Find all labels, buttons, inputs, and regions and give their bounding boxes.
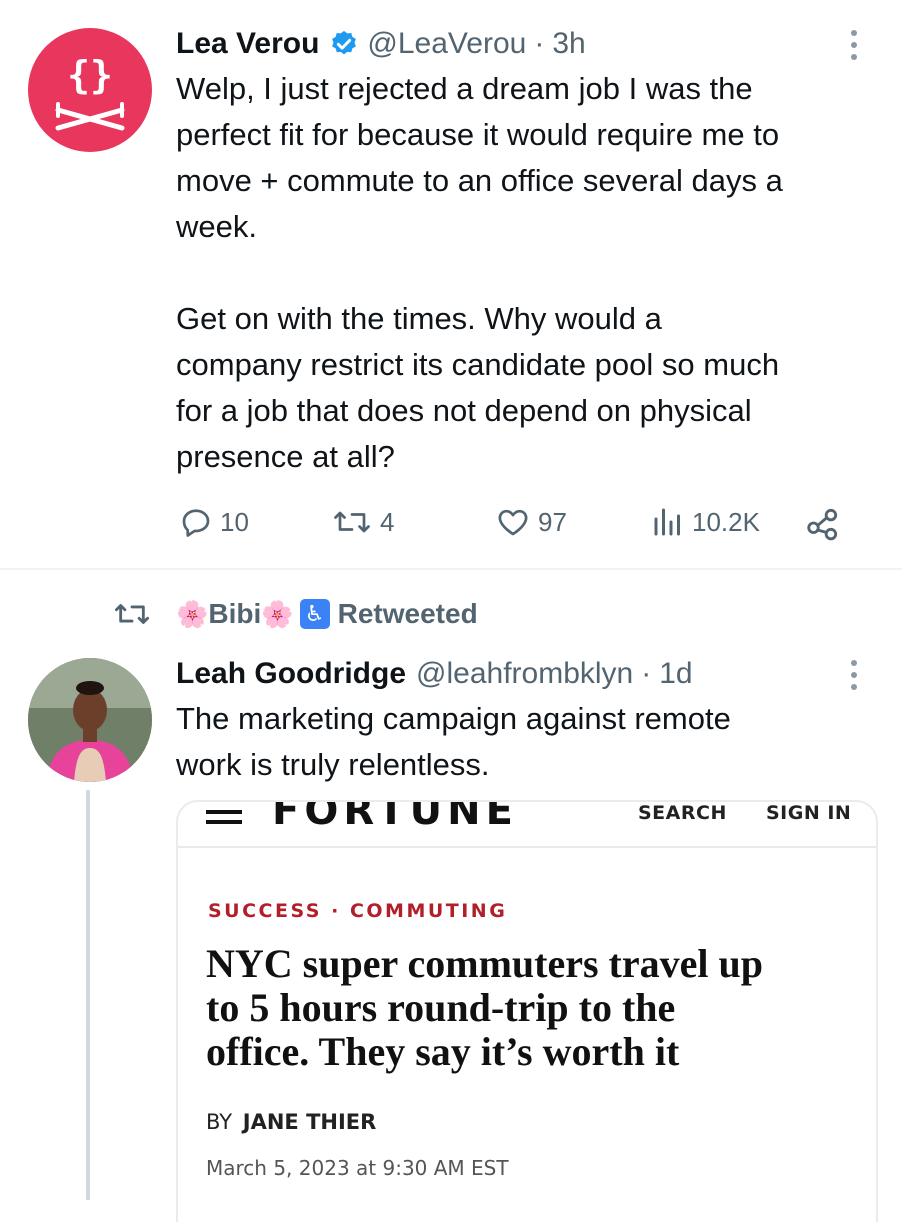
tweet2-text: The marketing campaign against remote wo… — [176, 701, 731, 782]
retweet-icon — [115, 604, 149, 624]
fortune-masthead: FORTUNE — [272, 800, 518, 834]
tweet-time[interactable]: 3h — [552, 27, 585, 61]
lea-verou-avatar[interactable]: {} — [28, 28, 152, 152]
like-button[interactable]: 97 — [494, 504, 567, 540]
author-handle[interactable]: @leahfrombklyn — [416, 657, 633, 691]
profile-photo — [28, 658, 152, 782]
more-options-icon[interactable] — [851, 660, 859, 696]
svg-text:{}: {} — [67, 53, 113, 97]
article-search-link[interactable]: SEARCH — [638, 802, 727, 824]
thread-line — [86, 790, 90, 1200]
retweet-button[interactable]: 4 — [330, 504, 394, 540]
article-card[interactable]: FORTUNE SEARCH SIGN IN SUCCESS · COMMUTI… — [176, 800, 878, 1222]
verified-badge-icon — [329, 29, 359, 59]
article-byline: BY JANE THIER — [206, 1110, 376, 1134]
author-name[interactable]: Leah Goodridge — [176, 657, 406, 691]
flower-emoji-right: 🌸 — [261, 598, 294, 629]
flower-emoji-left: 🌸 — [176, 598, 209, 629]
article-sign-in-link[interactable]: SIGN IN — [766, 802, 851, 824]
heart-icon — [498, 509, 528, 536]
hamburger-menu-icon[interactable] — [206, 802, 242, 824]
article-headline[interactable]: NYC super commuters travel up to 5 hours… — [206, 942, 866, 1074]
author-name[interactable]: Lea Verou — [176, 27, 319, 61]
retweet-count: 4 — [380, 506, 395, 537]
tweet1-text: Welp, I just rejected a dream job I was … — [176, 71, 783, 474]
retweeted-label: Retweeted — [337, 598, 478, 629]
article-date: March 5, 2023 at 9:30 AM EST — [206, 1156, 509, 1180]
separator-dot: · — [534, 27, 545, 60]
analytics-icon — [654, 508, 680, 536]
tweet1-header: Lea Verou @LeaVerou · 3h — [176, 22, 586, 66]
tweet-divider — [0, 568, 902, 570]
retweet-icon — [334, 511, 370, 533]
article-category[interactable]: SUCCESS · COMMUTING — [208, 900, 507, 922]
retweeter-name: Bibi — [208, 598, 262, 629]
separator-dot: · — [641, 657, 652, 690]
author-handle[interactable]: @LeaVerou — [367, 27, 526, 61]
reply-count: 10 — [220, 506, 249, 537]
reply-button[interactable]: 10 — [178, 504, 249, 540]
like-count: 97 — [538, 506, 567, 537]
accessibility-emoji: ♿ — [299, 599, 330, 629]
byline-prefix: BY — [206, 1110, 233, 1134]
brackets-swords-logo-icon: {} — [55, 53, 125, 131]
tweet-time[interactable]: 1d — [659, 657, 692, 691]
views-button[interactable]: 10.2K — [650, 504, 760, 540]
byline-author[interactable]: JANE THIER — [243, 1110, 377, 1134]
tweet2-header: Leah Goodridge @leahfrombklyn · 1d — [176, 652, 693, 696]
retweeted-context[interactable]: 🌸 Bibi 🌸 ♿ Retweeted — [112, 594, 478, 634]
leah-goodridge-avatar[interactable] — [28, 658, 152, 782]
article-masthead-bar: FORTUNE SEARCH SIGN IN — [178, 802, 876, 848]
reply-icon — [182, 509, 210, 537]
more-options-icon[interactable] — [851, 30, 859, 66]
views-count: 10.2K — [692, 506, 760, 537]
share-icon[interactable] — [804, 504, 842, 547]
